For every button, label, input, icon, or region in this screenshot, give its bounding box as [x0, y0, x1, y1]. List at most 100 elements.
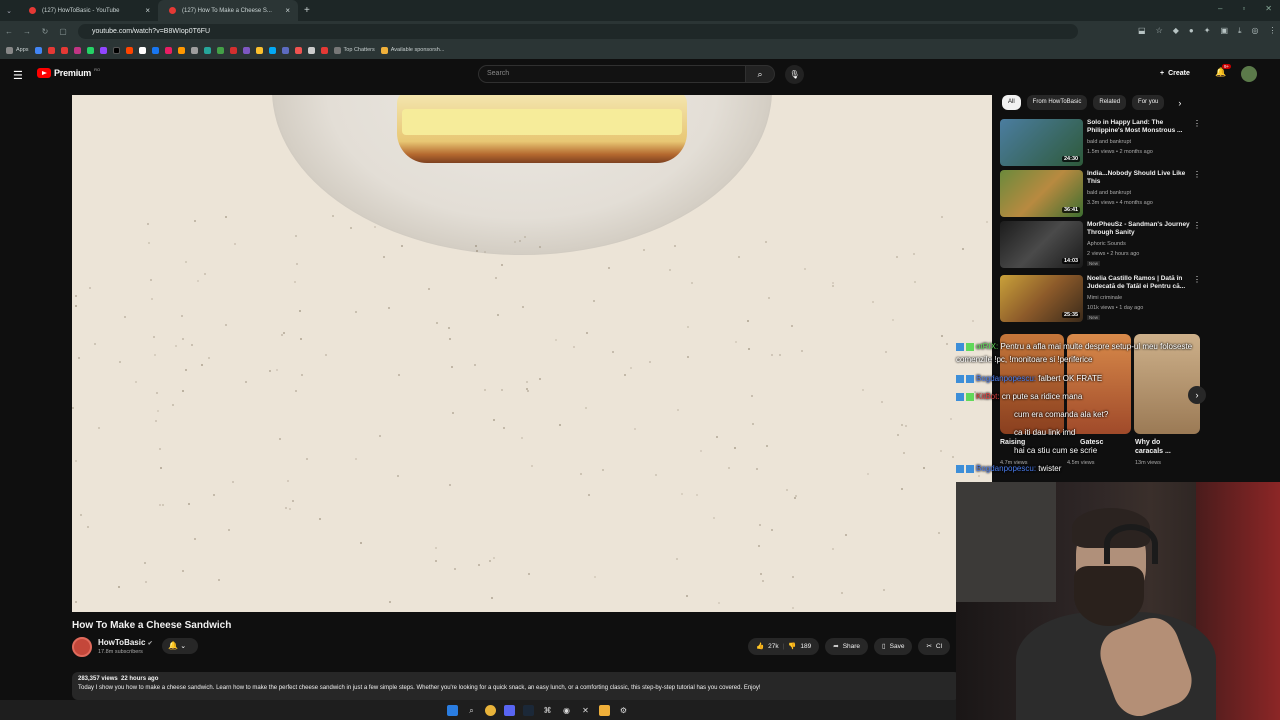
rec-title[interactable]: Noelia Castillo Ramos | Dată în Judecată… [1087, 275, 1191, 291]
more-options-icon[interactable]: ⋮ [1193, 119, 1201, 128]
search-icon[interactable]: ⌕ [466, 705, 477, 716]
recommendation-item[interactable]: 24:30 Solo in Happy Land: The Philippine… [1000, 119, 1210, 167]
facebook-bookmark-icon[interactable] [151, 46, 159, 54]
recommendation-item[interactable]: 36:41 India...Nobody Should Live Like Th… [1000, 170, 1210, 218]
rec-title[interactable]: Solo in Happy Land: The Philippine's Mos… [1087, 119, 1191, 135]
bookmark-icon[interactable] [294, 46, 302, 54]
voice-search-button[interactable]: 🎙 [785, 65, 804, 84]
chevron-right-icon[interactable]: › [1178, 98, 1181, 108]
forward-icon[interactable]: → [18, 27, 36, 36]
close-tab-icon[interactable]: × [285, 6, 290, 15]
url-field[interactable]: youtube.com/watch?v=B8WIop0T6FU [78, 23, 1078, 39]
x-bookmark-icon[interactable] [138, 46, 146, 54]
rec-channel[interactable]: bald and bankrupt [1087, 190, 1131, 196]
more-options-icon[interactable]: ⋮ [1193, 221, 1201, 230]
bookmark-icon[interactable] [281, 46, 289, 54]
thumbs-down-icon[interactable]: 👎 [788, 638, 796, 655]
chip-from-channel[interactable]: From HowToBasic [1026, 95, 1088, 110]
bookmark-icon[interactable] [307, 46, 315, 54]
channel-name[interactable]: HowToBasic ✔ [98, 638, 153, 647]
more-options-icon[interactable]: ⋮ [1193, 275, 1201, 284]
sponsorship-bookmark[interactable]: Available sponsorsh... [380, 46, 444, 54]
back-icon[interactable]: ← [0, 27, 18, 36]
file-explorer-icon[interactable] [599, 704, 610, 716]
tab-search-icon[interactable]: ⌄ [0, 7, 18, 15]
rec-title[interactable]: MorPheuSz - Sandman's Journey Through Sa… [1087, 221, 1191, 237]
recommendation-item[interactable]: 25:35 Noelia Castillo Ramos | Dată în Ju… [1000, 275, 1210, 323]
bookmark-icon[interactable] [203, 46, 211, 54]
description-text: Today I show you how to make a cheese sa… [78, 685, 761, 691]
save-button[interactable]: ▯ Save [874, 638, 913, 655]
video-description[interactable]: 283,357 views 22 hours ago Today I show … [72, 672, 960, 700]
new-tab-button[interactable]: + [304, 5, 310, 16]
extension-icon[interactable]: ✦ [1204, 26, 1211, 36]
minimize-icon[interactable]: – [1218, 4, 1222, 13]
bookmark-star-icon[interactable]: ☆ [1156, 26, 1163, 36]
close-window-icon[interactable]: ✕ [1265, 4, 1272, 13]
windows-start-icon[interactable] [447, 704, 458, 716]
like-button[interactable]: 👍 27k | 👎 189 [748, 638, 820, 655]
maximize-icon[interactable]: ▫ [1242, 4, 1245, 13]
hamburger-menu-icon[interactable]: ☰ [13, 69, 23, 82]
countertop-speck [88, 287, 91, 290]
app-icon[interactable]: ✕ [580, 705, 591, 716]
install-icon[interactable]: ⬓ [1138, 26, 1146, 36]
search-input[interactable]: Search [478, 65, 746, 83]
countertop-speck [396, 474, 399, 477]
browser-menu-icon[interactable]: ⋮ [1269, 26, 1277, 36]
create-button[interactable]: + Create [1160, 66, 1190, 82]
obs-icon[interactable]: ◉ [561, 705, 572, 716]
bookmark-icon[interactable] [229, 46, 237, 54]
rec-channel[interactable]: bald and bankrupt [1087, 139, 1131, 145]
youtube-bookmark-icon[interactable] [47, 46, 55, 54]
subscribed-notifications-button[interactable]: 🔔 ⌄ [162, 638, 198, 654]
extensions-puzzle-icon[interactable]: ▣ [1220, 26, 1228, 36]
twitch-bookmark-icon[interactable] [99, 46, 107, 54]
apps-bookmark[interactable]: Apps [6, 46, 29, 54]
bookmark-icon[interactable] [255, 46, 263, 54]
app-icon[interactable]: ⌘ [542, 705, 553, 716]
bookmark-icon[interactable] [216, 46, 224, 54]
more-options-icon[interactable]: ⋮ [1193, 170, 1201, 179]
top-chatters-bookmark[interactable]: Top Chatters [333, 46, 375, 54]
close-tab-icon[interactable]: × [145, 6, 150, 15]
search-button[interactable]: ⌕ [745, 65, 775, 83]
bookmark-icon[interactable] [242, 46, 250, 54]
clip-button[interactable]: ✂ Cl [918, 638, 951, 655]
discord-icon[interactable] [504, 704, 515, 716]
whatsapp-bookmark-icon[interactable] [86, 46, 94, 54]
rec-title[interactable]: India...Nobody Should Live Like This [1087, 170, 1191, 186]
chip-related[interactable]: Related [1093, 95, 1127, 110]
youtube-premium-logo[interactable]: Premium RO [37, 67, 100, 78]
bookmark-icon[interactable] [177, 46, 185, 54]
bookmark-icon[interactable] [60, 46, 68, 54]
rec-channel[interactable]: Aphoric Sounds [1087, 241, 1126, 247]
side-panel-icon[interactable]: ▢ [54, 27, 72, 36]
channel-avatar[interactable] [72, 637, 92, 657]
bookmark-icon[interactable] [164, 46, 172, 54]
recommendation-item[interactable]: 14:03 MorPheuSz - Sandman's Journey Thro… [1000, 221, 1210, 269]
tab-cheese-sandwich[interactable]: (127) How To Make a Cheese S... × [158, 0, 298, 21]
bookmark-icon[interactable] [34, 46, 42, 54]
share-button[interactable]: ➦ Share [825, 638, 869, 655]
profile-icon[interactable]: ◎ [1252, 26, 1259, 36]
steam-icon[interactable] [523, 704, 534, 716]
bookmark-icon[interactable] [268, 46, 276, 54]
tiktok-bookmark-icon[interactable] [112, 46, 120, 54]
bookmark-icon[interactable] [190, 46, 198, 54]
account-avatar[interactable] [1241, 66, 1257, 82]
chrome-icon[interactable] [485, 704, 496, 716]
settings-icon[interactable]: ⚙ [618, 705, 629, 716]
bookmark-icon[interactable] [125, 46, 133, 54]
rec-channel[interactable]: Mimi criminale [1087, 295, 1122, 301]
extension-icon[interactable]: ● [1189, 26, 1194, 36]
reload-icon[interactable]: ↻ [36, 27, 54, 36]
instagram-bookmark-icon[interactable] [73, 46, 81, 54]
tab-howtobasic-channel[interactable]: (127) HowToBasic - YouTube × [18, 0, 158, 21]
bookmark-icon[interactable] [320, 46, 328, 54]
chip-all[interactable]: All [1002, 95, 1021, 110]
download-icon[interactable]: ⤓ [1238, 26, 1242, 36]
extension-icon[interactable]: ◆ [1173, 26, 1179, 36]
video-player[interactable] [72, 95, 992, 612]
chip-for-you[interactable]: For you [1132, 95, 1165, 110]
